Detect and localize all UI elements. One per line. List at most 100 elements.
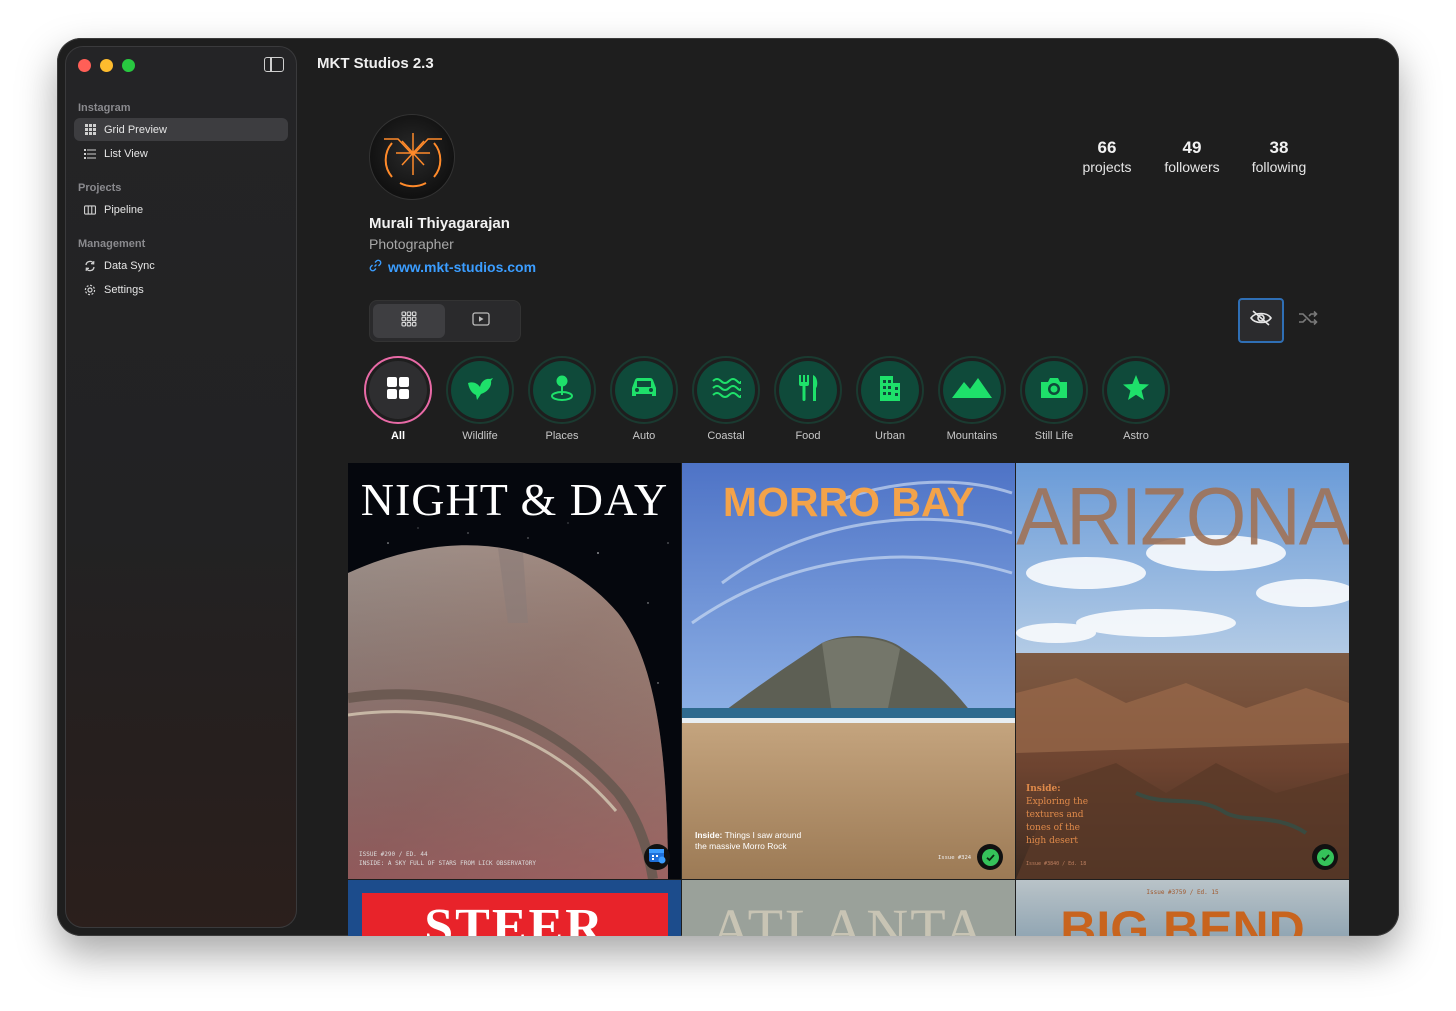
cover-title: BIG BEND [1060,901,1305,936]
category-mountains[interactable]: Mountains [938,356,1006,442]
zoom-window-button[interactable] [122,59,135,72]
grid-icon [84,124,96,136]
gear-icon [84,284,96,296]
app-window: Instagram Grid Preview List View Project… [57,38,1399,936]
close-window-button[interactable] [78,59,91,72]
building-icon [878,373,902,408]
columns-icon [84,204,96,216]
stat-label: followers [1164,159,1220,175]
category-label: Places [545,430,579,442]
mountains-icon [952,376,992,405]
play-rectangle-icon [472,311,490,331]
category-astro[interactable]: Astro [1102,356,1170,442]
category-places[interactable]: Places [528,356,596,442]
category-auto[interactable]: Auto [610,356,678,442]
category-label: Auto [632,430,656,442]
cover-inside-text: Inside: Things I saw around the massive … [695,830,805,852]
stat-value: 66 [1097,138,1117,157]
sidebar-item-label: Pipeline [104,203,144,216]
sidebar-item-label: Data Sync [104,259,155,272]
sidebar-item-label: Grid Preview [104,123,167,136]
cover-issue: Issue #3840 / Ed. 18 [1026,861,1087,867]
stat-value: 38 [1269,138,1289,157]
sidebar-section-instagram: Instagram [78,102,131,114]
grid-tile-arizona[interactable]: ARIZONA Inside: Exploring the textures an… [1016,463,1349,879]
grid-icon [401,310,417,332]
link-icon [369,259,382,275]
grid-tile-night-and-day[interactable]: NIGHT & DAY ISSUE #290 / ED. 44 INSIDE: … [348,463,681,879]
cover-inside-label: Inside: [695,830,723,840]
category-still-life[interactable]: Still Life [1020,356,1088,442]
category-all[interactable]: All [364,356,432,442]
category-food[interactable]: Food [774,356,842,442]
stat-label: following [1251,159,1307,175]
cover-footer-inside: INSIDE: A SKY FULL OF STARS FROM LICK OB… [359,860,537,867]
stat-projects[interactable]: 66 projects [1073,138,1141,175]
shuffle-button[interactable] [1293,302,1323,338]
category-label: Still Life [1034,430,1074,442]
cover-inside-label: Inside: [1026,784,1061,794]
camera-icon [1039,376,1069,405]
sidebar-item-data-sync[interactable]: Data Sync [74,254,288,277]
fork-knife-icon [796,373,820,408]
cover-issue: Issue #324 [938,855,972,861]
grid-tile-morro-bay[interactable]: MORRO BAY Inside: Things I saw around th… [682,463,1015,879]
website-link[interactable]: www.mkt-studios.com [369,259,536,275]
minimize-window-button[interactable] [100,59,113,72]
cover-inside-text: Inside: Exploring the textures and tones … [1026,783,1090,848]
sidebar-item-list-view[interactable]: List View [74,142,288,165]
category-wildlife[interactable]: Wildlife [446,356,514,442]
cover-title: ATLANTA [710,897,987,936]
list-icon [84,148,96,160]
stat-value: 49 [1182,138,1202,157]
reels-view-segment[interactable] [445,304,517,338]
shuffle-icon [1298,310,1318,331]
category-label: Food [795,430,821,442]
category-filter-bar: All Wildlife Places Auto Coastal Food Ur… [364,356,1170,442]
window-controls [78,59,135,72]
car-icon [629,376,659,405]
grid-icon [386,376,410,405]
grid-tile-steer[interactable]: STEER [348,880,681,936]
cover-inside-body: Exploring the textures and tones of the … [1026,797,1089,847]
grid-tile-atlanta[interactable]: ATLANTA [682,880,1015,936]
category-label: Coastal [707,430,745,442]
category-label: Urban [875,430,905,442]
category-label: Astro [1123,430,1149,442]
star-icon [1122,374,1150,407]
published-badge [1312,844,1338,870]
sidebar-item-label: List View [104,147,148,160]
profile-name: Murali Thiyagarajan [369,215,510,232]
checkmark-icon [1316,848,1334,866]
map-pin-icon [549,374,575,407]
cover-title: NIGHT & DAY [360,474,669,525]
hide-toggle-button[interactable] [1238,298,1284,343]
bird-icon [465,373,495,408]
category-label: All [390,430,406,442]
sidebar-item-grid-preview[interactable]: Grid Preview [74,118,288,141]
cover-issue: Issue #3759 / Ed. 15 [1146,889,1219,896]
sync-icon [84,260,96,272]
scheduled-badge [644,844,670,870]
window-title: MKT Studios 2.3 [317,55,434,72]
sidebar-item-settings[interactable]: Settings [74,278,288,301]
grid-view-segment[interactable] [373,304,445,338]
cover-title: STEER [424,899,605,936]
profile-role: Photographer [369,236,454,252]
avatar[interactable] [369,114,455,200]
sidebar-toggle-icon[interactable] [264,57,284,72]
category-coastal[interactable]: Coastal [692,356,760,442]
sidebar-item-label: Settings [104,283,144,296]
grid-tile-big-bend[interactable]: Issue #3759 / Ed. 15 BIG BEND [1016,880,1349,936]
checkmark-icon [981,848,999,866]
stat-following[interactable]: 38 following [1243,138,1315,175]
category-urban[interactable]: Urban [856,356,924,442]
waves-icon [711,376,742,405]
cover-footer-issue: ISSUE #290 / ED. 44 [359,851,428,858]
category-label: Mountains [946,430,998,442]
stat-label: projects [1082,159,1132,175]
sidebar-item-pipeline[interactable]: Pipeline [74,198,288,221]
photo-grid: NIGHT & DAY ISSUE #290 / ED. 44 INSIDE: … [348,463,1349,936]
eye-slash-icon [1249,309,1273,332]
stat-followers[interactable]: 49 followers [1157,138,1227,175]
